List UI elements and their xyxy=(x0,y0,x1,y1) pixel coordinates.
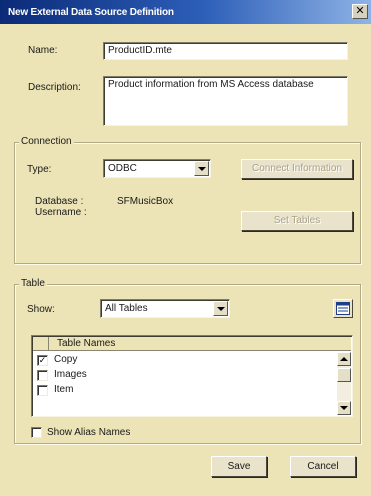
connect-information-button[interactable]: Connect Information xyxy=(241,159,353,179)
show-select[interactable]: All Tables xyxy=(100,299,230,318)
database-value: SFMusicBox xyxy=(117,196,174,207)
save-button[interactable]: Save xyxy=(211,456,267,477)
window-title: New External Data Source Definition xyxy=(8,6,174,18)
close-icon: ✕ xyxy=(355,5,365,17)
table-group-title: Table xyxy=(19,278,47,289)
cancel-label: Cancel xyxy=(307,461,339,472)
type-label: Type: xyxy=(27,164,52,175)
description-input[interactable]: Product information from MS Access datab… xyxy=(103,76,348,126)
name-label: Name: xyxy=(28,45,58,56)
description-label: Description: xyxy=(28,82,81,93)
scroll-down-icon[interactable] xyxy=(337,401,351,415)
show-alias-label: Show Alias Names xyxy=(47,427,131,438)
row-name: Images xyxy=(54,369,87,380)
table-view-button[interactable] xyxy=(333,299,353,318)
scroll-thumb[interactable] xyxy=(337,368,351,382)
type-select[interactable]: ODBC xyxy=(103,159,211,178)
show-select-value: All Tables xyxy=(105,303,148,314)
chevron-down-icon[interactable] xyxy=(194,161,209,176)
show-label: Show: xyxy=(27,304,55,315)
database-label: Database : xyxy=(35,196,84,207)
row-checkbox[interactable]: ✓ xyxy=(37,355,48,366)
table-view-icon xyxy=(336,302,350,315)
name-input-value: ProductID.mte xyxy=(108,45,172,56)
set-tables-button[interactable]: Set Tables xyxy=(241,211,353,231)
show-alias-checkbox[interactable] xyxy=(31,427,42,438)
row-checkbox[interactable] xyxy=(37,370,48,381)
close-button[interactable]: ✕ xyxy=(352,4,368,19)
name-input[interactable]: ProductID.mte xyxy=(103,42,348,60)
checkbox-column-header[interactable] xyxy=(33,337,49,351)
list-header: Table Names xyxy=(33,337,351,351)
connection-group: Connection Type: ODBC Connect Informatio… xyxy=(14,136,361,264)
row-name: Copy xyxy=(54,354,78,365)
connect-information-label: Connect Information xyxy=(251,163,343,174)
set-tables-label: Set Tables xyxy=(273,215,321,226)
connection-group-title: Connection xyxy=(19,136,74,147)
list-scrollbar[interactable] xyxy=(337,352,351,415)
table-names-list[interactable]: Table Names ✓ Copy Images Item xyxy=(31,335,353,417)
type-select-value: ODBC xyxy=(108,163,137,174)
table-names-column-header[interactable]: Table Names xyxy=(57,338,115,349)
table-group: Table Show: All Tables Table Names ✓ Cop… xyxy=(14,278,361,444)
row-name: Item xyxy=(54,384,74,395)
dialog-body: Name: ProductID.mte Description: Product… xyxy=(8,24,371,496)
save-label: Save xyxy=(227,461,251,472)
title-bar: New External Data Source Definition ✕ xyxy=(0,0,371,24)
chevron-down-icon[interactable] xyxy=(213,301,228,316)
row-checkbox[interactable] xyxy=(37,385,48,396)
cancel-button[interactable]: Cancel xyxy=(290,456,356,477)
description-input-value: Product information from MS Access datab… xyxy=(108,79,314,90)
scroll-up-icon[interactable] xyxy=(337,352,351,366)
username-label: Username : xyxy=(35,207,87,218)
